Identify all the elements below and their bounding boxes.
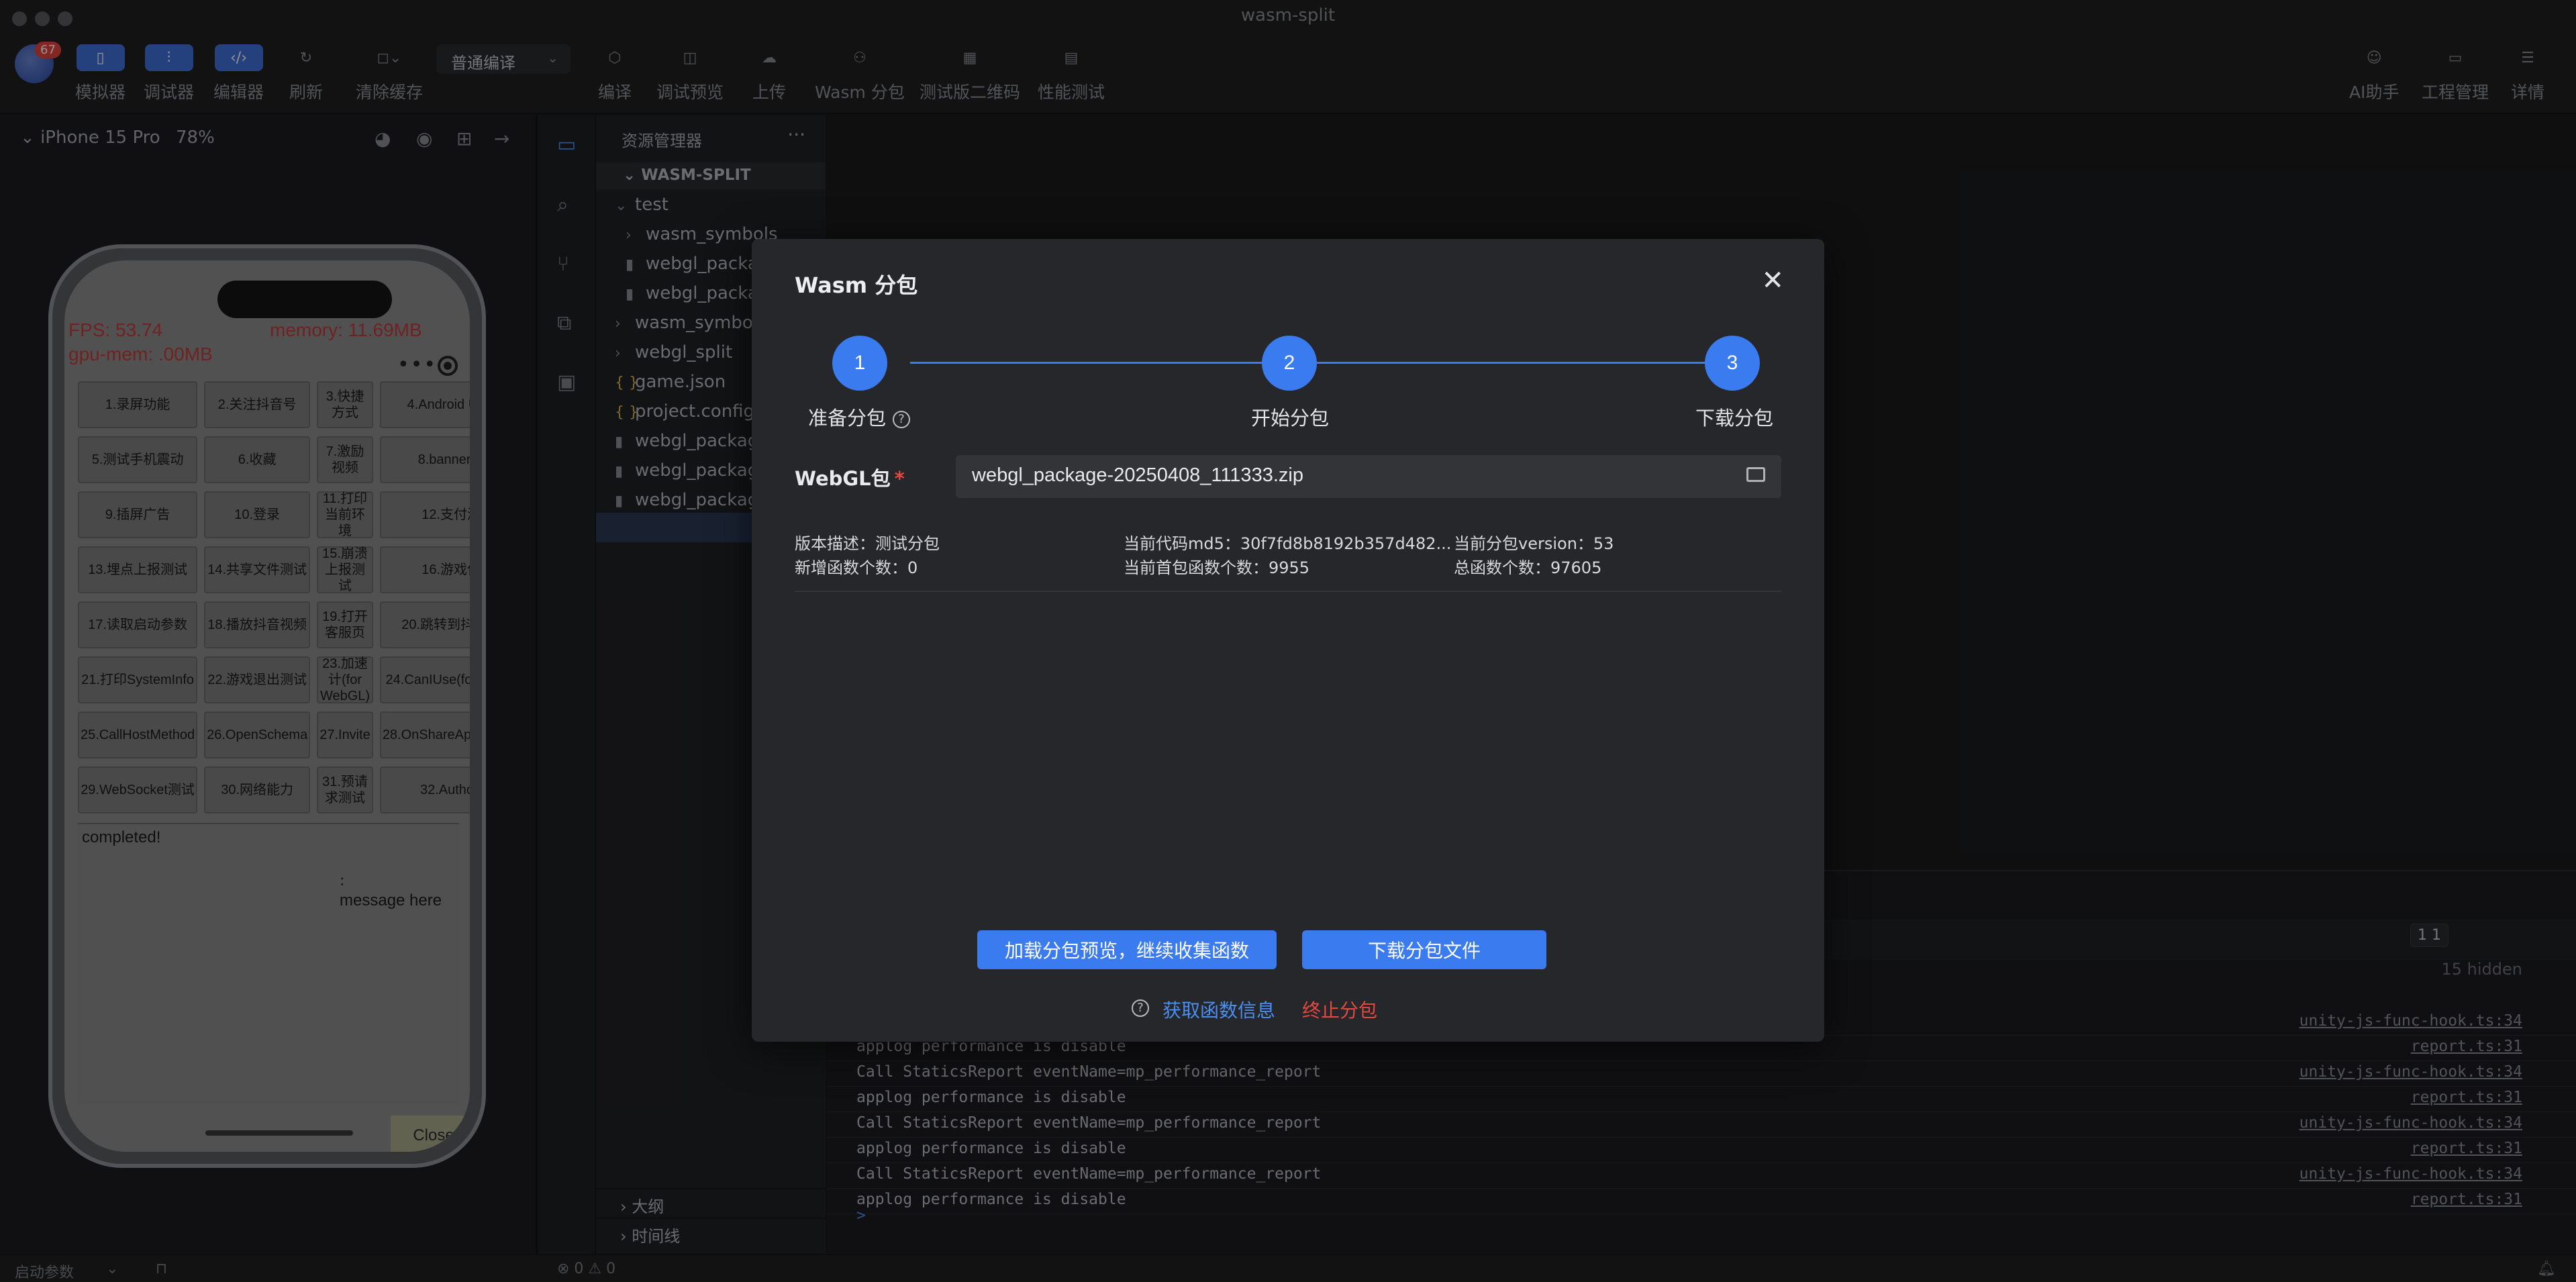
step-1-text: 准备分包 [808,407,887,430]
split-version: 当前分包version：53 [1454,534,1614,553]
webgl-package-label: WebGL包 * [795,463,905,491]
help-icon: ? [1132,996,1149,1018]
close-icon[interactable]: ✕ [1761,267,1784,294]
total-function-count: 总函数个数：97605 [1454,558,1602,577]
version-description: 版本描述：测试分包 [795,534,940,553]
help-icon[interactable]: ? [893,411,911,428]
step-1-indicator: 1 [832,336,887,391]
code-md5: 当前代码md5：30f7fd8b8192b357d482... [1124,534,1452,553]
required-mark: * [894,467,905,490]
webgl-label-text: WebGL包 [795,467,891,490]
wasm-split-dialog: Wasm 分包 ✕ 1 2 3 准备分包? 开始分包 下载分包 WebGL包 * … [752,239,1824,1042]
step-3-label: 下载分包 [1695,407,1774,430]
step-2-label: 开始分包 [1251,407,1330,430]
step-connector [1328,362,1716,364]
divider [795,591,1781,592]
download-split-button[interactable]: 下载分包文件 [1302,930,1546,969]
load-preview-button[interactable]: 加载分包预览，继续收集函数 [977,930,1277,969]
webgl-package-value: webgl_package-20250408_111333.zip [972,464,1303,486]
new-function-count: 新增函数个数：0 [795,558,918,577]
first-package-function-count: 当前首包函数个数：9955 [1124,558,1310,577]
step-2-indicator: 2 [1262,336,1317,391]
dialog-title: Wasm 分包 [795,273,918,298]
webgl-package-input[interactable]: webgl_package-20250408_111333.zip [956,455,1781,498]
step-3-indicator: 3 [1705,336,1760,391]
fetch-function-info-link[interactable]: 获取函数信息 [1162,996,1275,1023]
stop-split-link[interactable]: 终止分包 [1302,996,1377,1023]
step-1-label: 准备分包? [808,403,911,431]
folder-open-icon[interactable] [1746,467,1765,482]
